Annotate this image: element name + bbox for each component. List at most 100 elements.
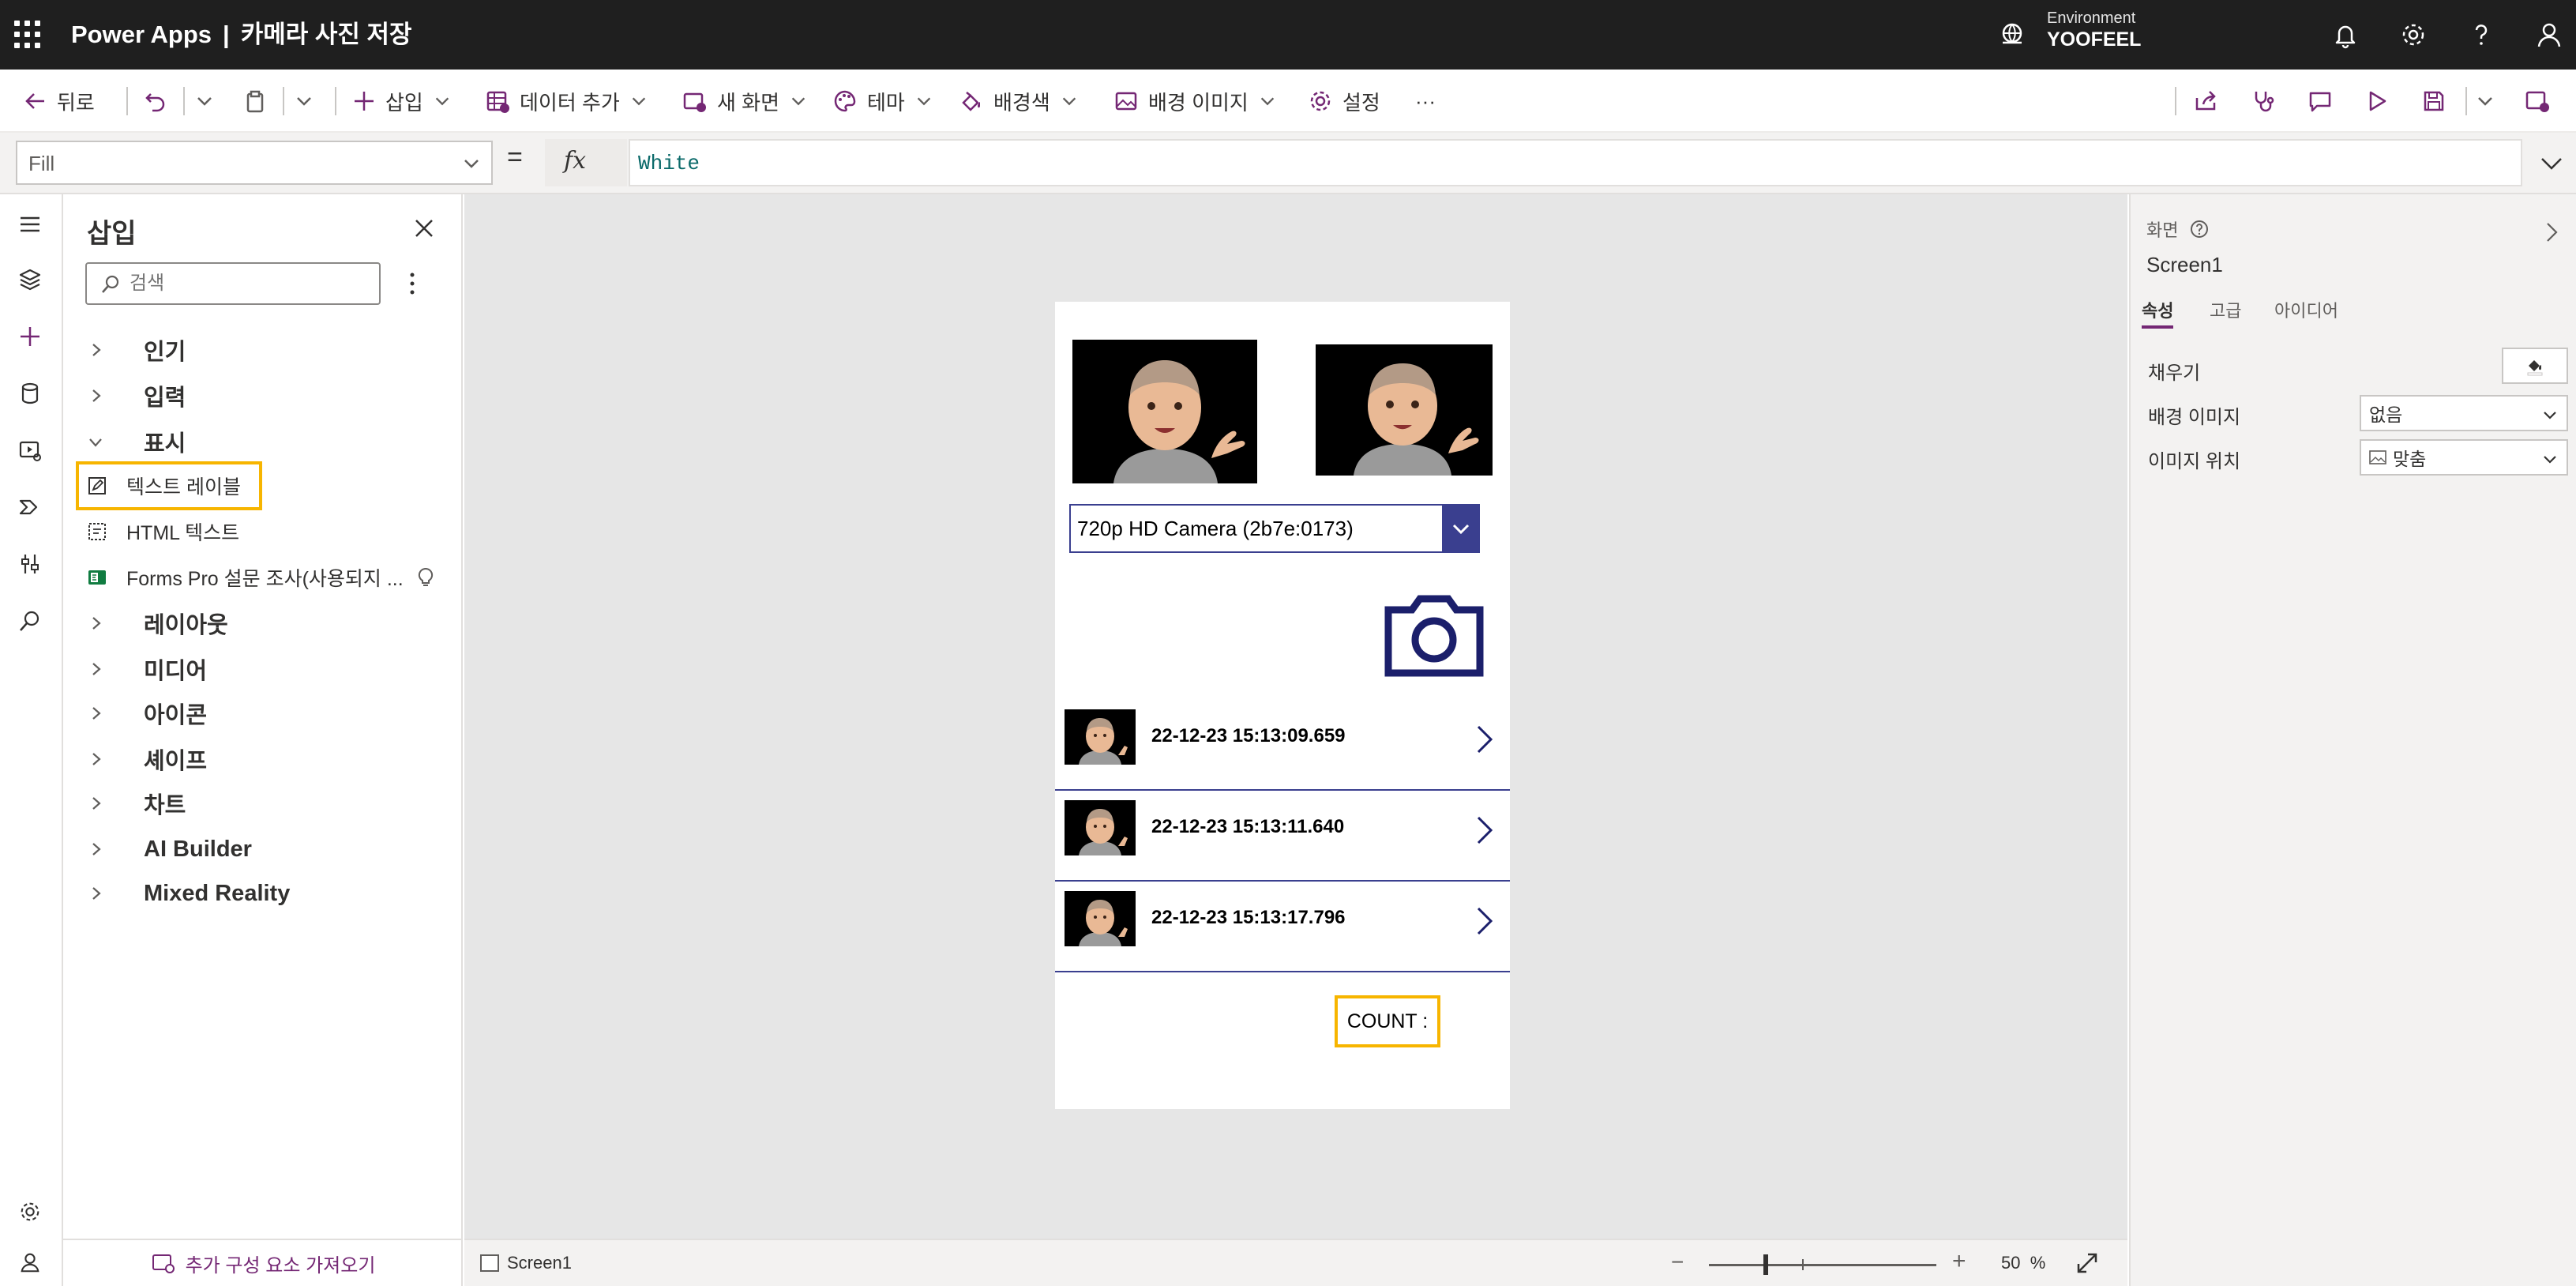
hamburger-menu-icon[interactable] — [13, 207, 47, 242]
tab-ideas[interactable]: 아이디어 — [2274, 297, 2338, 322]
background-color-button[interactable]: 배경색 — [959, 85, 1079, 117]
category-label: 입력 — [144, 385, 186, 411]
virtual-agent-icon[interactable] — [13, 1245, 47, 1280]
category-charts[interactable]: 차트 — [63, 782, 463, 825]
highlight-box — [76, 461, 262, 510]
search-input[interactable] — [85, 262, 381, 305]
environment-icon[interactable] — [1998, 19, 2026, 51]
formula-bar: Fill = fx White — [0, 133, 2576, 194]
chevron-right-icon[interactable] — [1472, 813, 1496, 852]
advanced-tools-icon[interactable] — [13, 547, 47, 581]
add-data-button[interactable]: 데이터 추가 — [485, 85, 648, 117]
more-commands-button[interactable]: ··· — [1415, 85, 1436, 117]
panel-title: 삽입 — [87, 219, 137, 249]
undo-button[interactable] — [144, 85, 167, 117]
photo-timestamp: 22-12-23 15:13:17.796 — [1151, 907, 1346, 928]
lightbulb-icon[interactable] — [417, 567, 434, 593]
search-icon — [100, 273, 122, 299]
app-checker-stethoscope-icon[interactable] — [2251, 85, 2276, 117]
publish-icon[interactable] — [2524, 85, 2551, 117]
gallery-row[interactable]: 22-12-23 15:13:09.659 — [1055, 700, 1510, 791]
photo-timestamp: 22-12-23 15:13:11.640 — [1151, 816, 1345, 837]
screen-tab[interactable]: Screen1 — [480, 1253, 572, 1273]
gallery-row[interactable]: 22-12-23 15:13:17.796 — [1055, 882, 1510, 972]
property-value: Fill — [28, 152, 55, 175]
insert-plus-icon[interactable] — [13, 319, 47, 354]
zoom-unit: % — [2030, 1253, 2046, 1273]
paste-dropdown-chevron-icon[interactable] — [294, 85, 314, 117]
category-icons[interactable]: 아이콘 — [63, 692, 463, 735]
chevron-right-icon[interactable] — [1472, 722, 1496, 761]
fill-color-picker[interactable] — [2502, 348, 2568, 384]
preview-play-icon[interactable] — [2364, 85, 2390, 117]
camera-select-dropdown[interactable]: 720p HD Camera (2b7e:0173) — [1069, 504, 1480, 553]
insert-forms-pro[interactable]: Forms Pro 설문 조사(사용되지 ... — [63, 556, 463, 599]
category-input[interactable]: 입력 — [63, 374, 463, 417]
settings-gear-icon[interactable] — [2398, 19, 2429, 51]
category-media[interactable]: 미디어 — [63, 648, 463, 690]
background-image-select[interactable]: 없음 — [2360, 395, 2568, 431]
tab-properties[interactable]: 속성 — [2142, 297, 2173, 322]
user-icon[interactable] — [2533, 19, 2565, 51]
formula-input[interactable]: White — [629, 139, 2522, 186]
captured-photo-image[interactable] — [1072, 340, 1257, 483]
gallery-row[interactable]: 22-12-23 15:13:11.640 — [1055, 791, 1510, 882]
chevron-right-icon[interactable] — [1472, 904, 1496, 942]
settings-button[interactable]: 설정 — [1308, 85, 1380, 117]
background-image-button[interactable]: 배경 이미지 — [1113, 85, 1277, 117]
insert-button[interactable]: 삽입 — [352, 85, 452, 117]
zoom-out-button[interactable]: − — [1671, 1250, 1684, 1275]
chevron-down-icon — [1062, 97, 1076, 106]
image-position-select[interactable]: 맞춤 — [2360, 439, 2568, 476]
camera-capture-icon[interactable] — [1384, 592, 1485, 682]
fx-function-button[interactable]: fx — [545, 139, 627, 186]
comments-icon[interactable] — [2308, 85, 2333, 117]
paste-button[interactable] — [243, 85, 267, 117]
tree-view-layers-icon[interactable] — [13, 262, 47, 297]
property-dropdown[interactable]: Fill — [16, 141, 493, 185]
close-icon[interactable] — [412, 216, 436, 244]
collapse-pane-chevron-icon[interactable] — [2541, 220, 2562, 249]
data-cylinder-icon[interactable] — [13, 376, 47, 411]
get-more-components-button[interactable]: 추가 구성 요소 가져오기 — [63, 1239, 463, 1286]
toolbar-divider — [126, 87, 128, 115]
share-icon[interactable] — [2194, 85, 2219, 117]
help-icon[interactable] — [2465, 19, 2497, 51]
power-automate-icon[interactable] — [13, 490, 47, 525]
media-icon[interactable] — [13, 433, 47, 468]
expand-formula-chevron-icon[interactable] — [2538, 150, 2565, 181]
back-button[interactable]: 뒤로 — [24, 85, 95, 117]
zoom-slider-thumb[interactable] — [1763, 1254, 1768, 1275]
category-ai-builder[interactable]: AI Builder — [63, 828, 463, 870]
insert-html-text[interactable]: HTML 텍스트 — [63, 510, 463, 553]
tab-advanced[interactable]: 고급 — [2210, 297, 2241, 322]
dropdown-chevron-icon[interactable] — [1442, 504, 1480, 553]
undo-dropdown-chevron-icon[interactable] — [194, 85, 215, 117]
top-header: Power Apps | 카메라 사진 저장 Environment YOOFEEL — [0, 0, 2576, 70]
category-popular[interactable]: 인기 — [63, 329, 463, 371]
settings-gear-icon[interactable] — [13, 1194, 47, 1229]
new-screen-button[interactable]: 새 화면 — [682, 85, 808, 117]
zoom-in-button[interactable]: + — [1952, 1248, 1966, 1275]
product-name: Power Apps — [71, 21, 212, 48]
category-display[interactable]: 표시 — [63, 420, 463, 463]
fit-to-window-icon[interactable] — [2075, 1251, 2099, 1279]
search-icon[interactable] — [13, 604, 47, 638]
app-launcher-icon[interactable] — [14, 21, 43, 49]
camera-preview-image[interactable] — [1316, 344, 1493, 476]
notification-bell-icon[interactable] — [2330, 19, 2361, 51]
save-icon[interactable] — [2421, 85, 2446, 117]
zoom-slider[interactable] — [1709, 1254, 1936, 1275]
category-layout[interactable]: 레이아웃 — [63, 602, 463, 645]
more-options-icon[interactable] — [407, 270, 417, 301]
count-label[interactable]: COUNT : — [1335, 995, 1440, 1047]
category-mixed-reality[interactable]: Mixed Reality — [63, 872, 463, 915]
category-shapes[interactable]: 셰이프 — [63, 738, 463, 780]
control-name[interactable]: Screen1 — [2146, 253, 2223, 277]
environment-name[interactable]: YOOFEEL — [2047, 28, 2141, 51]
theme-button[interactable]: 테마 — [832, 85, 933, 117]
insert-label: 삽입 — [385, 90, 423, 115]
camera-select-value: 720p HD Camera (2b7e:0173) — [1077, 517, 1354, 540]
item-label: Forms Pro 설문 조사(사용되지 ... — [126, 568, 404, 590]
save-dropdown-chevron-icon[interactable] — [2475, 85, 2495, 117]
